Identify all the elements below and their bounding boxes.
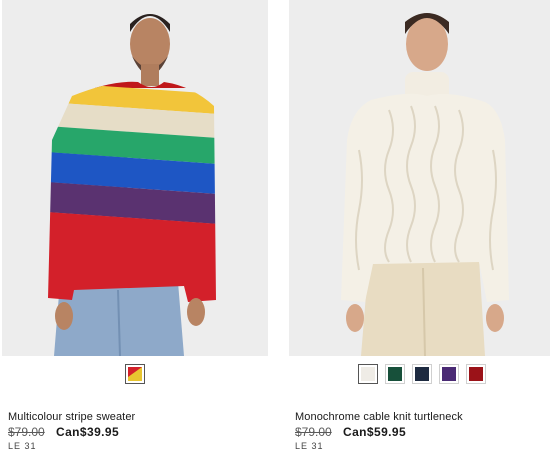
swatch-navy[interactable] xyxy=(412,364,432,384)
product-card[interactable]: Monochrome cable knit turtleneck $79.00 … xyxy=(289,0,550,451)
multicolour-swatch-icon xyxy=(128,367,142,381)
color-swatches xyxy=(2,364,268,388)
model-cable-knit-turtleneck-photo xyxy=(289,0,550,356)
product-image[interactable] xyxy=(289,0,550,356)
model-stripe-sweater-photo xyxy=(2,0,268,356)
product-name[interactable]: Multicolour stripe sweater xyxy=(8,411,135,423)
product-image[interactable] xyxy=(2,0,268,356)
swatch-ivory[interactable] xyxy=(358,364,378,384)
product-name[interactable]: Monochrome cable knit turtleneck xyxy=(295,411,463,423)
swatch-red[interactable] xyxy=(466,364,486,384)
sale-price: Can$39.95 xyxy=(56,425,120,439)
swatch-multicolour[interactable] xyxy=(125,364,145,384)
color-swatches xyxy=(289,364,550,388)
sale-price: Can$59.95 xyxy=(343,425,407,439)
navy-swatch-icon xyxy=(415,367,429,381)
price-row: $79.00 Can$59.95 xyxy=(295,425,406,439)
red-swatch-icon xyxy=(469,367,483,381)
price-row: $79.00 Can$39.95 xyxy=(8,425,119,439)
swatch-green[interactable] xyxy=(385,364,405,384)
original-price: $79.00 xyxy=(8,425,45,439)
original-price: $79.00 xyxy=(295,425,332,439)
purple-swatch-icon xyxy=(442,367,456,381)
green-swatch-icon xyxy=(388,367,402,381)
ivory-swatch-icon xyxy=(361,367,375,381)
brand-label: LE 31 xyxy=(295,441,324,451)
swatch-purple[interactable] xyxy=(439,364,459,384)
product-card[interactable]: Multicolour stripe sweater $79.00 Can$39… xyxy=(2,0,268,451)
brand-label: LE 31 xyxy=(8,441,37,451)
